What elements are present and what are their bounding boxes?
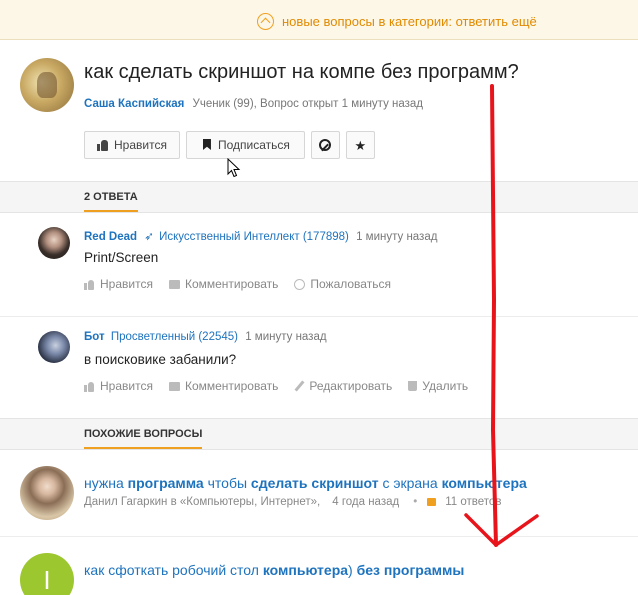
title-part: чтобы (203, 475, 251, 491)
question-title: как сделать скриншот на компе без програ… (84, 61, 519, 83)
action-label: Комментировать (184, 277, 279, 291)
title-part: ) (348, 562, 357, 578)
question-author-avatar[interactable] (20, 58, 74, 112)
question-author-link[interactable]: Саша Каспийская (84, 98, 184, 110)
thumbs-up-icon (97, 139, 109, 151)
new-questions-link[interactable]: новые вопросы в категории: ответить ещё (257, 13, 537, 30)
action-label: Редактировать (309, 379, 393, 393)
similar-time: 4 года назад (332, 496, 400, 508)
separator-dot: • (413, 496, 418, 508)
answer-edit-button[interactable]: Редактировать (294, 379, 392, 393)
like-label: Нравится (114, 138, 167, 152)
title-keyword: без программы (356, 562, 465, 578)
answer-author-link[interactable]: Red Dead (84, 231, 137, 243)
answer-author-avatar[interactable] (38, 331, 70, 363)
answers-count-label: 2 ОТВЕТА (84, 191, 138, 212)
new-questions-banner: новые вопросы в категории: ответить ещё (0, 0, 638, 40)
answer-text: Print/Screen (84, 250, 159, 265)
like-button[interactable]: Нравится (84, 131, 180, 159)
answer-actions: Нравится Комментировать Редактировать Уд… (84, 379, 484, 393)
star-icon: ★ (354, 137, 367, 153)
report-icon (294, 278, 306, 290)
comment-icon (168, 381, 180, 391)
answer-item: Red Dead ➶ Искусственный Интеллект (1778… (0, 214, 638, 314)
answer-time: 1 минуту назад (245, 331, 327, 343)
favorite-button[interactable]: ★ (345, 131, 375, 159)
subscribe-button[interactable]: Подписаться (185, 131, 305, 159)
answer-header: Бот Просветленный (22545) 1 минуту назад (84, 331, 327, 343)
answers-section-header: 2 ОТВЕТА (0, 181, 638, 213)
comment-icon (427, 498, 437, 506)
title-keyword: компьютера (262, 562, 349, 578)
rank-icon: ➶ (144, 231, 154, 243)
similar-section-header: ПОХОЖИЕ ВОПРОСЫ (0, 418, 638, 450)
title-part: как сфоткать робочий стол (84, 562, 263, 578)
similar-author-avatar[interactable]: I (20, 553, 74, 595)
similar-question-link[interactable]: как сфоткать робочий стол компьютера) бе… (84, 562, 464, 578)
answer-author-rank[interactable]: Просветленный (22545) (111, 331, 238, 343)
pencil-icon (294, 380, 305, 392)
similar-question-meta: Данил Гагаркин в «Компьютеры, Интернет»,… (84, 496, 501, 508)
answer-header: Red Dead ➶ Искусственный Интеллект (1778… (84, 229, 437, 243)
action-label: Нравится (100, 379, 153, 393)
avatar-letter: I (43, 564, 51, 595)
title-part: с экрана (378, 475, 442, 491)
title-keyword: программа (127, 475, 204, 491)
thumbs-up-icon (84, 381, 95, 392)
mouse-cursor-icon (227, 158, 241, 178)
answer-author-avatar[interactable] (38, 227, 70, 259)
action-label: Пожаловаться (310, 277, 391, 291)
banner-text: новые вопросы в категории: ответить ещё (282, 14, 537, 29)
answers-count-text: 11 ответов (445, 496, 502, 508)
similar-author-avatar[interactable] (20, 466, 74, 520)
answer-text: в поисковике забанили? (84, 352, 237, 367)
action-label: Удалить (422, 379, 469, 393)
block-button[interactable] (310, 131, 340, 159)
similar-section-label: ПОХОЖИЕ ВОПРОСЫ (84, 428, 203, 449)
action-label: Нравится (100, 277, 153, 291)
answer-report-button[interactable]: Пожаловаться (294, 277, 391, 291)
bookmark-icon (201, 139, 213, 151)
title-keyword: сделать скриншот (250, 475, 379, 491)
question-meta-text: Ученик (99), Вопрос открыт 1 минуту наза… (192, 98, 424, 110)
subscribe-label: Подписаться (217, 138, 290, 152)
thumbs-up-icon (84, 279, 95, 290)
answer-like-button[interactable]: Нравится (84, 277, 153, 291)
answer-author-rank[interactable]: Искусственный Интеллект (177898) (159, 231, 349, 243)
trash-icon (408, 381, 418, 391)
action-label: Комментировать (184, 379, 279, 393)
question-actions: Нравится Подписаться ★ (84, 131, 375, 159)
answer-comment-button[interactable]: Комментировать (168, 277, 279, 291)
comment-icon (168, 279, 180, 289)
answer-actions: Нравится Комментировать Пожаловаться (84, 277, 407, 291)
answer-item: Бот Просветленный (22545) 1 минуту назад… (0, 317, 638, 417)
similar-answers-count[interactable]: 11 ответов (427, 496, 501, 508)
title-keyword: компьютера (441, 475, 527, 491)
chevron-up-circle-icon (257, 13, 274, 30)
answer-delete-button[interactable]: Удалить (408, 379, 468, 393)
similar-question-link[interactable]: нужна программа чтобы сделать скриншот с… (84, 475, 527, 491)
answer-like-button[interactable]: Нравится (84, 379, 153, 393)
divider (0, 536, 638, 537)
answer-time: 1 минуту назад (356, 231, 438, 243)
answer-author-link[interactable]: Бот (84, 331, 105, 343)
title-part: нужна (84, 475, 128, 491)
block-icon (319, 139, 332, 151)
answer-comment-button[interactable]: Комментировать (168, 379, 279, 393)
question-meta: Саша Каспийская Ученик (99), Вопрос откр… (84, 98, 423, 110)
similar-author-category[interactable]: Данил Гагаркин в «Компьютеры, Интернет», (84, 496, 320, 508)
